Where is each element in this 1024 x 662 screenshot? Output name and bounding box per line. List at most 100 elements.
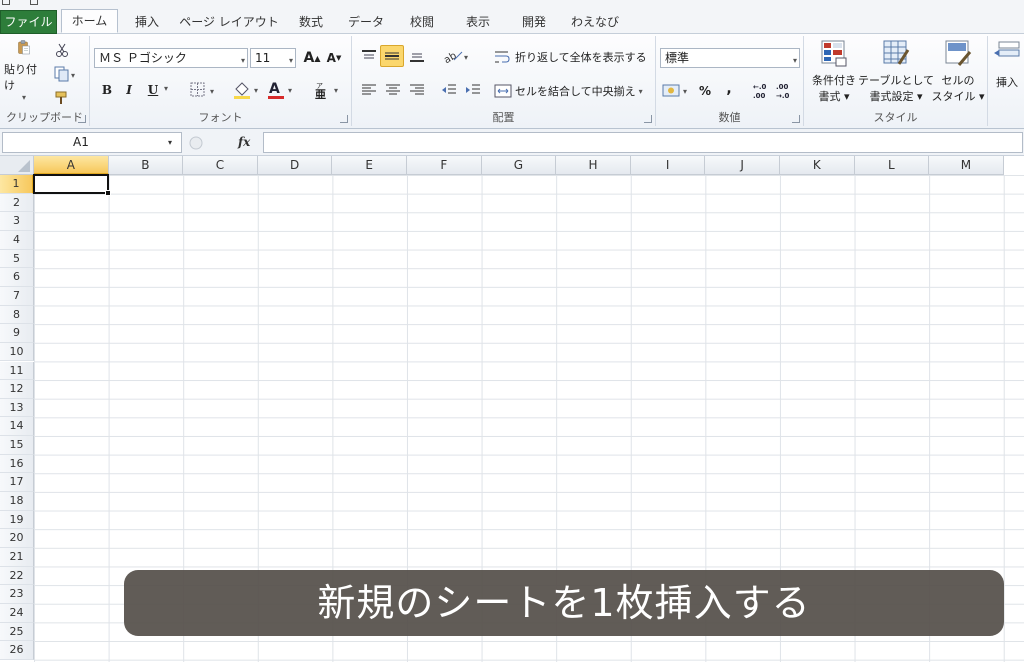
row-header-9[interactable]: 9	[0, 324, 34, 343]
insert-cells-button[interactable]: 挿入	[990, 38, 1024, 98]
dialog-launcher-icon[interactable]	[78, 115, 86, 123]
column-header-i[interactable]: I	[630, 156, 706, 175]
bold-button[interactable]: B	[98, 80, 116, 100]
borders-icon[interactable]: ▾	[190, 82, 220, 98]
paste-button[interactable]: 貼り付け ▾	[4, 40, 44, 102]
row-header-8[interactable]: 8	[0, 305, 34, 325]
column-header-d[interactable]: D	[257, 156, 333, 175]
row-header-3[interactable]: 3	[0, 212, 34, 231]
column-header-m[interactable]: M	[929, 156, 1004, 175]
underline-button[interactable]: U	[144, 80, 162, 100]
tab-insert[interactable]: 挿入	[122, 11, 172, 33]
row-header-16[interactable]: 16	[0, 454, 34, 474]
orientation-icon[interactable]: ab ▾	[442, 48, 472, 64]
row-header-15[interactable]: 15	[0, 436, 34, 455]
dialog-launcher-icon[interactable]	[644, 115, 652, 123]
row-header-24[interactable]: 24	[0, 603, 34, 623]
align-right-icon[interactable]	[408, 82, 426, 98]
fill-color-icon[interactable]: ▾	[232, 80, 264, 100]
format-as-table-button[interactable]: テーブルとして 書式設定 ▾	[858, 38, 934, 112]
select-all-button[interactable]	[0, 156, 34, 175]
row-header-4[interactable]: 4	[0, 230, 34, 250]
tab-page-layout[interactable]: ページ レイアウト	[176, 11, 282, 33]
row-header-11[interactable]: 11	[0, 361, 34, 381]
conditional-formatting-button[interactable]: 条件付き 書式 ▾	[808, 38, 860, 112]
align-center-icon[interactable]	[384, 82, 402, 98]
grow-font-button[interactable]: A ▲	[302, 48, 322, 68]
tab-data[interactable]: データ	[340, 11, 392, 33]
row-header-13[interactable]: 13	[0, 398, 34, 418]
row-header-25[interactable]: 25	[0, 622, 34, 642]
insert-function-button[interactable]: fx	[238, 135, 250, 149]
undo-icon[interactable]	[30, 0, 38, 5]
tab-review[interactable]: 校閲	[396, 11, 448, 33]
font-name-select[interactable]: ＭＳ Ｐゴシック ▾	[94, 48, 248, 68]
row-header-1[interactable]: 1	[0, 175, 34, 194]
tab-waenavi[interactable]: わえなび	[564, 11, 626, 33]
merge-center-button[interactable]: セルを結合して中央揃え ▾	[494, 80, 652, 102]
dialog-launcher-icon[interactable]	[792, 115, 800, 123]
phonetic-guide-icon[interactable]: ア亜 ▾	[312, 80, 346, 100]
row-header-10[interactable]: 10	[0, 342, 34, 362]
decrease-indent-icon[interactable]	[440, 82, 458, 98]
conditional-formatting-label-1: 条件付き	[812, 74, 856, 87]
row-header-23[interactable]: 23	[0, 585, 34, 604]
column-header-c[interactable]: C	[183, 156, 258, 175]
number-format-select[interactable]: 標準 ▾	[660, 48, 800, 68]
row-header-2[interactable]: 2	[0, 193, 34, 213]
font-size-select[interactable]: 11 ▾	[250, 48, 296, 68]
shrink-font-button[interactable]: A ▼	[324, 48, 344, 68]
column-header-f[interactable]: F	[407, 156, 482, 175]
active-cell[interactable]	[33, 174, 109, 194]
align-top-icon[interactable]	[360, 48, 378, 64]
copy-icon[interactable]: ▾	[54, 66, 78, 82]
increase-decimal-icon[interactable]: ←.0.00	[750, 80, 772, 100]
comma-style-button[interactable]: ,	[722, 79, 736, 99]
column-header-a[interactable]: A	[34, 156, 109, 175]
chevron-down-icon[interactable]: ▾	[168, 138, 172, 147]
row-header-5[interactable]: 5	[0, 249, 34, 269]
svg-text:▾: ▾	[71, 71, 75, 80]
formula-input[interactable]	[263, 132, 1023, 153]
name-box[interactable]: A1	[2, 132, 182, 153]
row-header-6[interactable]: 6	[0, 268, 34, 287]
column-header-k[interactable]: K	[780, 156, 855, 175]
cell-styles-button[interactable]: セルの スタイル ▾	[931, 38, 985, 112]
tab-developer[interactable]: 開発	[508, 11, 560, 33]
column-header-l[interactable]: L	[854, 156, 930, 175]
column-header-b[interactable]: B	[108, 156, 184, 175]
wrap-text-button[interactable]: 折り返して全体を表示する	[494, 46, 650, 68]
format-painter-icon[interactable]	[54, 90, 72, 106]
cut-icon[interactable]	[54, 42, 70, 58]
align-left-icon[interactable]	[360, 82, 378, 98]
row-header-18[interactable]: 18	[0, 492, 34, 511]
fill-handle[interactable]	[105, 190, 111, 196]
row-header-17[interactable]: 17	[0, 473, 34, 493]
tab-view[interactable]: 表示	[452, 11, 504, 33]
column-header-h[interactable]: H	[556, 156, 631, 175]
row-header-26[interactable]: 26	[0, 641, 34, 660]
increase-indent-icon[interactable]	[464, 82, 482, 98]
row-header-20[interactable]: 20	[0, 529, 34, 548]
row-header-12[interactable]: 12	[0, 380, 34, 399]
font-color-icon[interactable]: A ▾	[266, 80, 298, 100]
percent-style-button[interactable]: %	[696, 81, 714, 101]
row-header-21[interactable]: 21	[0, 548, 34, 567]
row-header-19[interactable]: 19	[0, 510, 34, 530]
tab-home[interactable]: ホーム	[61, 9, 118, 33]
row-header-14[interactable]: 14	[0, 417, 34, 437]
tab-file[interactable]: ファイル	[0, 10, 57, 34]
save-icon[interactable]	[2, 0, 10, 5]
row-header-7[interactable]: 7	[0, 286, 34, 306]
tab-formulas[interactable]: 数式	[286, 11, 336, 33]
dialog-launcher-icon[interactable]	[340, 115, 348, 123]
decrease-decimal-icon[interactable]: .00→.0	[774, 80, 796, 100]
accounting-format-icon[interactable]: ▾	[662, 82, 692, 100]
row-header-22[interactable]: 22	[0, 566, 34, 586]
column-header-j[interactable]: J	[705, 156, 780, 175]
column-header-e[interactable]: E	[332, 156, 407, 175]
align-middle-button[interactable]	[380, 45, 404, 67]
align-bottom-icon[interactable]	[408, 48, 426, 64]
column-header-g[interactable]: G	[481, 156, 557, 175]
italic-button[interactable]: I	[120, 80, 138, 100]
